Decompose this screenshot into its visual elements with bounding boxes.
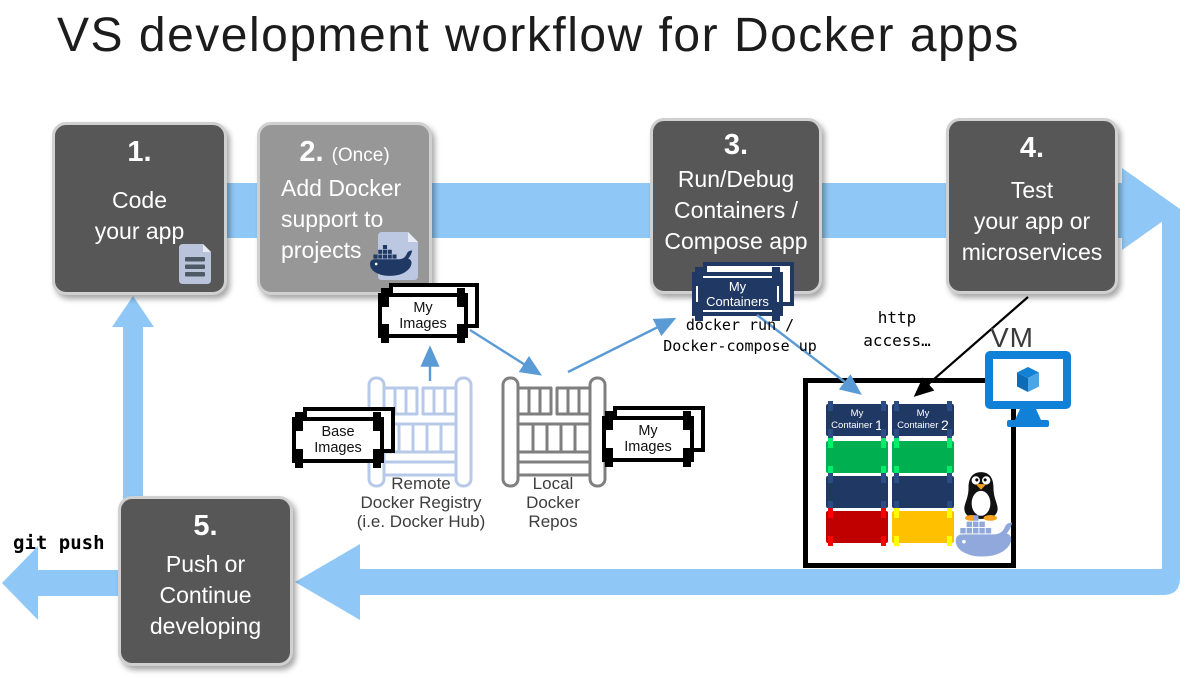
container-block-my-container-2: My Container 2 xyxy=(892,404,954,436)
step-4-line: your app or xyxy=(949,206,1115,237)
my-images-chip-local: My Images xyxy=(602,416,694,462)
docker-whale-icon xyxy=(953,514,1013,562)
step-5-number: 5. xyxy=(121,510,290,543)
local-repos-icon xyxy=(500,376,608,490)
step-3-number: 3. xyxy=(653,129,819,162)
step-1-number: 1. xyxy=(55,136,224,169)
step-3-line: Run/Debug xyxy=(653,164,819,195)
step-2-qualifier: (Once) xyxy=(332,145,390,166)
step-4-box: 4. Test your app or microservices xyxy=(946,118,1118,294)
container-block xyxy=(892,476,954,508)
git-push-arrow xyxy=(2,546,120,620)
container-block xyxy=(826,511,888,543)
container-block xyxy=(892,511,954,543)
step-2-box: 2. (Once) Add Docker support to projects xyxy=(257,122,432,295)
document-icon xyxy=(175,242,215,286)
step-5-box: 5. Push or Continue developing xyxy=(118,496,293,666)
dockerfile-icon xyxy=(366,230,424,284)
step-3-line: Containers / xyxy=(653,195,819,226)
my-images-chip-top: My Images xyxy=(378,293,468,338)
step-4-number: 4. xyxy=(949,132,1115,165)
step-4-line: microservices xyxy=(949,237,1115,268)
container-block xyxy=(892,441,954,473)
git-push-note: git push xyxy=(13,532,105,554)
step-5-line: Push or xyxy=(121,549,290,580)
base-images-chip: Base Images xyxy=(292,417,384,463)
step-5-line: developing xyxy=(121,611,290,642)
step-2-number: 2. xyxy=(299,136,323,168)
container-block-my-container-1: My Container 1 xyxy=(826,404,888,436)
step-1-box: 1. Code your app xyxy=(52,122,227,295)
remote-registry-label: Remote Docker Registry (i.e. Docker Hub) xyxy=(346,474,496,531)
http-access-note: http access… xyxy=(843,306,951,352)
step-3-line: Compose app xyxy=(653,226,819,257)
diagram-canvas: VS development workflow for Docker apps … xyxy=(0,0,1194,679)
container-block xyxy=(826,476,888,508)
my-containers-chip: My Containers xyxy=(692,272,783,316)
step-2-line: Add Docker xyxy=(281,173,429,204)
container-block xyxy=(826,441,888,473)
docker-run-note: docker run / Docker-compose up xyxy=(650,315,830,357)
step-5-line: Continue xyxy=(121,580,290,611)
loop-arrow-step5-to-step1 xyxy=(112,296,154,500)
step-4-line: Test xyxy=(949,175,1115,206)
local-repos-label: Local Docker Repos xyxy=(478,474,628,531)
page-title: VS development workflow for Docker apps xyxy=(57,8,1020,63)
vm-monitor-icon xyxy=(984,350,1074,430)
step-1-line: Code xyxy=(55,185,224,216)
